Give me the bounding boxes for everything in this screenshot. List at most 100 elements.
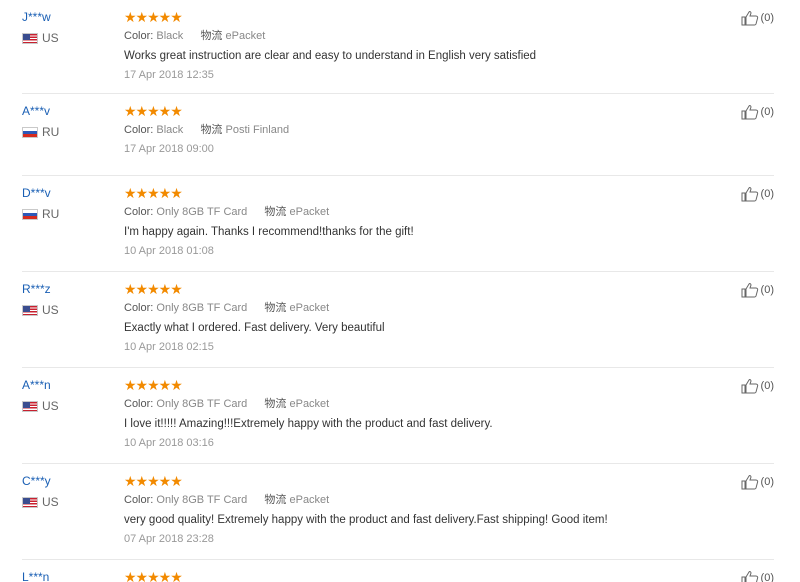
thumbs-up-icon <box>741 105 758 120</box>
reviewer-name[interactable]: C***y <box>22 474 112 488</box>
review-content: ★★★★★ Color: Black 物流 Posti Finland 17 A… <box>124 94 724 168</box>
helpful-button[interactable]: (0) <box>741 474 774 490</box>
helpful-button[interactable]: (0) <box>741 186 774 202</box>
country-code: US <box>42 399 59 413</box>
thumbs-up-icon <box>741 571 758 582</box>
logistics-label: 物流 <box>264 302 287 314</box>
logistics-label: 物流 <box>264 206 287 218</box>
country-code: RU <box>42 207 60 221</box>
review-text: Works great instruction are clear and ea… <box>124 50 537 62</box>
reviewer-info: R***z US <box>22 282 112 317</box>
review-item: J***w US ★★★★★ Color: Black 物流 ePacket W… <box>22 0 774 94</box>
helpful-count: (0) <box>760 106 774 118</box>
review-item: D***v RU ★★★★★ Color: Only 8GB TF Card 物… <box>22 176 774 272</box>
logistics-label: 物流 <box>200 124 223 136</box>
logistics-value: ePacket <box>289 398 330 410</box>
ru-flag-icon <box>22 208 38 220</box>
review-content: ★★★★★ Color: Only 8GB TF Card 物流 ePacket… <box>124 368 724 462</box>
color-value: Only 8GB TF Card <box>156 398 248 410</box>
reviewer-name[interactable]: L***n <box>22 570 112 582</box>
color-value: Only 8GB TF Card <box>156 494 248 506</box>
us-flag-icon <box>22 496 38 508</box>
logistics-label: 物流 <box>200 30 223 42</box>
thumbs-up-icon <box>741 11 758 26</box>
review-date: 07 Apr 2018 23:28 <box>124 533 214 545</box>
review-item: A***n US ★★★★★ Color: Only 8GB TF Card 物… <box>22 368 774 464</box>
review-attributes: Color: Only 8GB TF Card 物流 ePacket <box>124 301 724 315</box>
country-code: US <box>42 303 59 317</box>
reviewer-info: D***v RU <box>22 186 112 221</box>
thumbs-up-icon <box>741 283 758 298</box>
reviewer-country: US <box>22 495 112 509</box>
country-code: US <box>42 495 59 509</box>
helpful-button[interactable]: (0) <box>741 570 774 582</box>
helpful-count: (0) <box>760 476 774 488</box>
star-rating: ★★★★★ <box>124 9 183 25</box>
star-rating: ★★★★★ <box>124 281 183 297</box>
reviewer-info: C***y US <box>22 474 112 509</box>
thumbs-up-icon <box>741 187 758 202</box>
color-value: Only 8GB TF Card <box>156 302 248 314</box>
review-attributes: Color: Only 8GB TF Card 物流 ePacket <box>124 397 724 411</box>
color-value: Black <box>156 30 184 42</box>
helpful-button[interactable]: (0) <box>741 282 774 298</box>
review-date: 10 Apr 2018 02:15 <box>124 341 214 353</box>
helpful-count: (0) <box>760 12 774 24</box>
reviewer-country: US <box>22 399 112 413</box>
review-content: ★★★★★ Color: Only 8GB TF Card 物流 ePacket… <box>124 464 724 558</box>
helpful-count: (0) <box>760 188 774 200</box>
review-content: ★★★★★ Color: Only 8GB TF Card 物流 ePacket… <box>124 272 724 366</box>
review-content: ★★★★★ <box>124 560 724 582</box>
thumbs-up-icon <box>741 475 758 490</box>
review-date: 17 Apr 2018 12:35 <box>124 69 214 81</box>
review-attributes: Color: Only 8GB TF Card 物流 ePacket <box>124 205 724 219</box>
star-rating: ★★★★★ <box>124 185 183 201</box>
us-flag-icon <box>22 400 38 412</box>
logistics-value: ePacket <box>225 30 266 42</box>
star-rating: ★★★★★ <box>124 473 183 489</box>
color-label: Color: <box>124 302 154 314</box>
review-date: 17 Apr 2018 09:00 <box>124 143 214 155</box>
logistics-value: ePacket <box>289 206 330 218</box>
reviewer-name[interactable]: A***n <box>22 378 112 392</box>
color-label: Color: <box>124 30 154 42</box>
review-text: I'm happy again. Thanks I recommend!than… <box>124 226 414 238</box>
helpful-count: (0) <box>760 572 774 582</box>
review-item: R***z US ★★★★★ Color: Only 8GB TF Card 物… <box>22 272 774 368</box>
reviewer-country: RU <box>22 207 112 221</box>
reviewer-name[interactable]: R***z <box>22 282 112 296</box>
reviewer-name[interactable]: D***v <box>22 186 112 200</box>
logistics-value: ePacket <box>289 302 330 314</box>
reviewer-info: L***n <box>22 570 112 582</box>
review-attributes: Color: Only 8GB TF Card 物流 ePacket <box>124 493 724 507</box>
country-code: US <box>42 31 59 45</box>
review-text: Exactly what I ordered. Fast delivery. V… <box>124 322 385 334</box>
logistics-value: Posti Finland <box>225 124 290 136</box>
country-code: RU <box>42 125 60 139</box>
review-text: I love it!!!!! Amazing!!!Extremely happy… <box>124 418 493 430</box>
helpful-button[interactable]: (0) <box>741 104 774 120</box>
reviewer-info: A***v RU <box>22 104 112 139</box>
helpful-button[interactable]: (0) <box>741 378 774 394</box>
reviewer-country: US <box>22 303 112 317</box>
color-label: Color: <box>124 494 154 506</box>
helpful-button[interactable]: (0) <box>741 10 774 26</box>
reviewer-name[interactable]: A***v <box>22 104 112 118</box>
reviewer-info: J***w US <box>22 10 112 45</box>
color-label: Color: <box>124 124 154 136</box>
star-rating: ★★★★★ <box>124 569 183 582</box>
review-date: 10 Apr 2018 03:16 <box>124 437 214 449</box>
review-content: ★★★★★ Color: Only 8GB TF Card 物流 ePacket… <box>124 176 724 270</box>
color-value: Only 8GB TF Card <box>156 206 248 218</box>
reviewer-country: US <box>22 31 112 45</box>
review-attributes: Color: Black 物流 Posti Finland <box>124 123 724 137</box>
reviewer-name[interactable]: J***w <box>22 10 112 24</box>
thumbs-up-icon <box>741 379 758 394</box>
review-item: L***n ★★★★★ (0) <box>22 560 774 582</box>
review-item: C***y US ★★★★★ Color: Only 8GB TF Card 物… <box>22 464 774 560</box>
reviewer-country: RU <box>22 125 112 139</box>
review-date: 10 Apr 2018 01:08 <box>124 245 214 257</box>
review-item: A***v RU ★★★★★ Color: Black 物流 Posti Fin… <box>22 94 774 176</box>
color-value: Black <box>156 124 184 136</box>
review-text: very good quality! Extremely happy with … <box>124 514 608 526</box>
